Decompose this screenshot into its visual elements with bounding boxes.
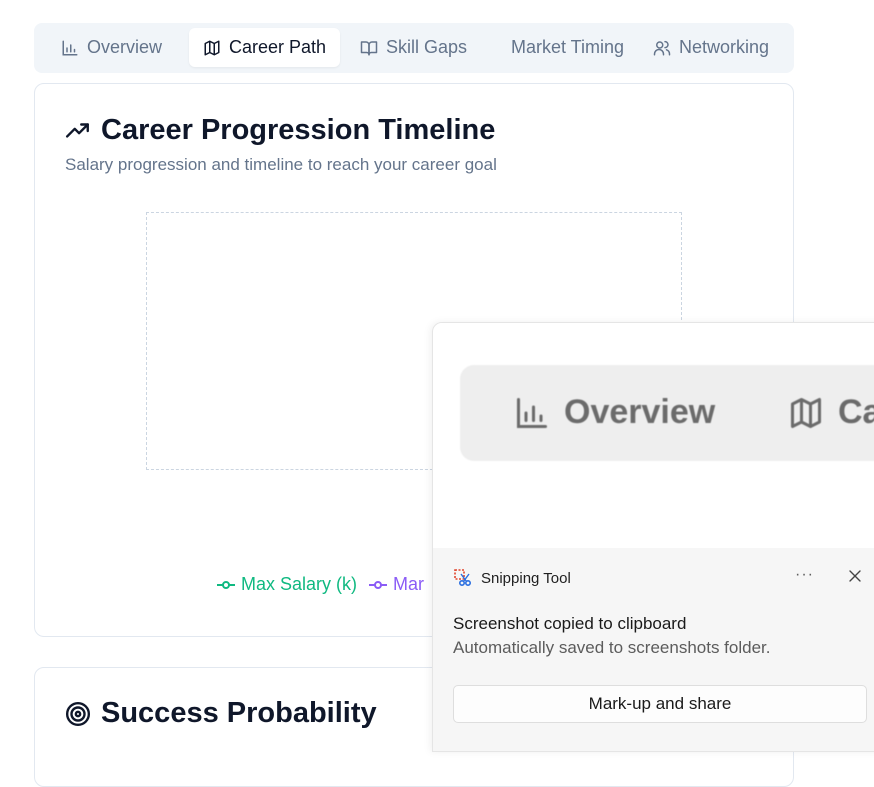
tab-label: Career Path	[229, 37, 327, 57]
bar-chart-icon	[62, 40, 78, 55]
tab-networking[interactable]: Networking	[639, 28, 783, 67]
tab-label: Market Timing	[511, 37, 625, 57]
screenshot-preview[interactable]: Overview Ca	[433, 323, 874, 548]
tab-bar: Overview Career Path Skill Gaps Market T…	[34, 23, 794, 73]
snipping-tool-toast: Overview Ca Snipping Tool ··· Screenshot…	[432, 322, 874, 752]
preview-tab-label: Overview	[564, 393, 716, 431]
tab-career-path[interactable]: Career Path	[189, 28, 341, 67]
tab-market-timing[interactable]: Market Timing	[497, 28, 638, 67]
users-icon	[653, 40, 671, 55]
chart-legend: Max Salary (k) Mar	[217, 574, 424, 595]
snip-app-header: Snipping Tool	[453, 568, 571, 588]
tab-overview[interactable]: Overview	[47, 28, 176, 67]
map-icon	[204, 40, 220, 55]
legend-line-icon	[369, 580, 388, 589]
snip-notification-body: Snipping Tool ··· Screenshot copied to c…	[433, 548, 874, 751]
markup-share-button[interactable]: Mark-up and share	[453, 685, 867, 723]
legend-label: Max Salary (k)	[241, 574, 358, 594]
card-title-text: Success Probability	[101, 697, 377, 729]
card-title: Career Progression Timeline	[65, 114, 495, 147]
preview-tab-label: Ca	[838, 393, 874, 431]
card-title: Success Probability	[65, 697, 377, 730]
close-icon[interactable]	[845, 566, 865, 586]
card-subtitle: Salary progression and timeline to reach…	[65, 155, 497, 174]
snipping-tool-icon	[454, 569, 472, 587]
tab-label: Networking	[679, 37, 770, 57]
card-title-text: Career Progression Timeline	[101, 114, 496, 146]
snip-title: Screenshot copied to clipboard	[453, 614, 687, 633]
map-icon	[791, 397, 821, 428]
legend-item-max-salary[interactable]: Max Salary (k)	[217, 574, 357, 595]
target-icon	[65, 701, 91, 726]
more-options-button[interactable]: ···	[795, 566, 814, 584]
preview-tab-overview: Overview	[514, 393, 715, 432]
tab-label: Skill Gaps	[386, 37, 468, 57]
bar-chart-icon	[517, 397, 547, 428]
tab-skill-gaps[interactable]: Skill Gaps	[346, 28, 481, 67]
preview-tab-career: Ca	[788, 393, 874, 432]
book-open-icon	[360, 40, 378, 55]
legend-item-market[interactable]: Mar	[369, 574, 424, 595]
tab-label: Overview	[87, 37, 163, 57]
trending-up-icon	[65, 122, 89, 138]
preview-tab-bar: Overview Ca	[460, 365, 874, 461]
legend-line-icon	[217, 580, 235, 589]
snip-message: Automatically saved to screenshots folde…	[453, 638, 771, 657]
legend-label: Mar	[393, 574, 425, 594]
snip-app-name: Snipping Tool	[481, 569, 571, 587]
